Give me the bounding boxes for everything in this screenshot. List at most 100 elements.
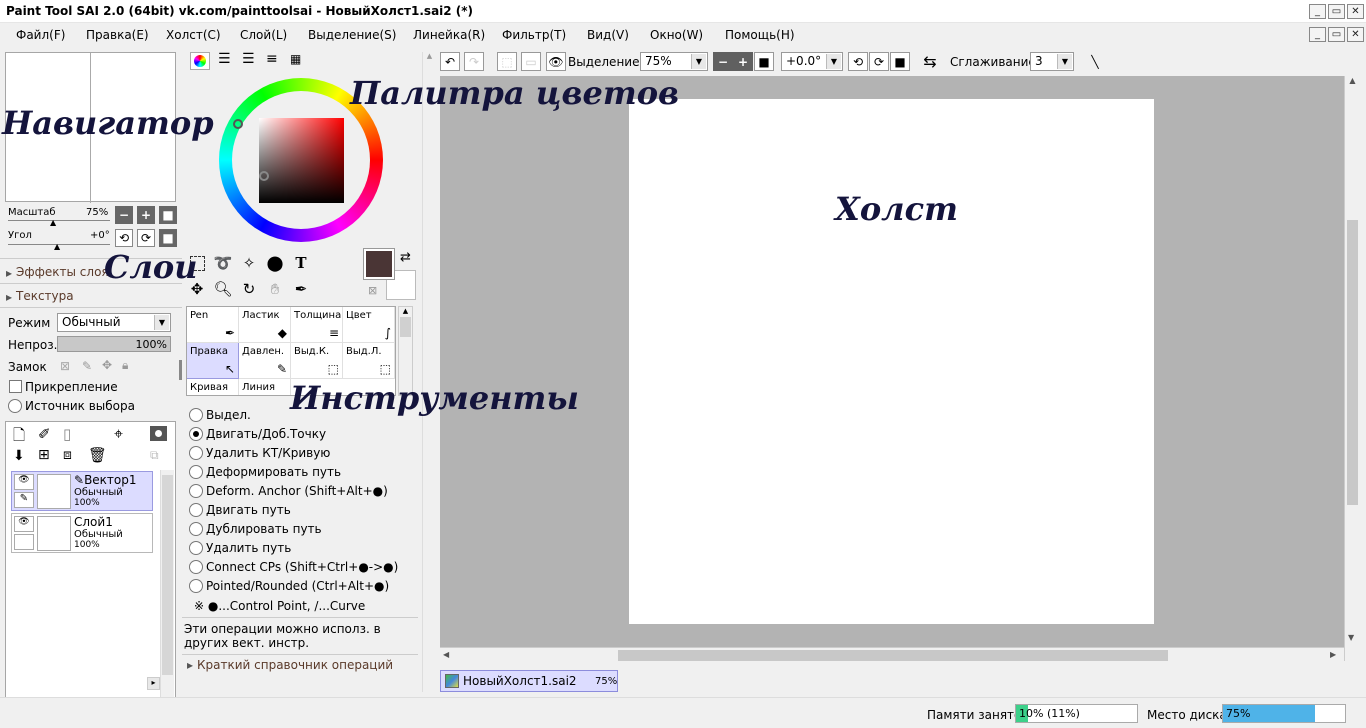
- rgb-sliders-icon[interactable]: ☰: [218, 51, 231, 67]
- eye-icon[interactable]: 👁︎: [546, 52, 566, 71]
- brush-pressure[interactable]: Давлен. ✎: [239, 343, 291, 379]
- brush-select-line[interactable]: Выд.Л. ⬚: [343, 343, 395, 379]
- invert-select-button[interactable]: ▭: [521, 52, 541, 71]
- option-radio[interactable]: [189, 522, 203, 536]
- clip-checkbox[interactable]: [9, 380, 22, 393]
- minimize-button[interactable]: _: [1309, 4, 1326, 19]
- option-radio[interactable]: [189, 427, 203, 441]
- angle-slider-handle[interactable]: ▲: [54, 242, 60, 251]
- effects-expand-icon[interactable]: ▸: [6, 266, 12, 280]
- menu-edit[interactable]: Правка(E): [86, 28, 149, 42]
- brush-eraser[interactable]: Ластик ◆: [239, 307, 291, 343]
- hscroll-thumb[interactable]: [618, 650, 1168, 661]
- deselect-button[interactable]: ⬚: [497, 52, 517, 71]
- trash-icon[interactable]: 🗑︎: [88, 446, 107, 464]
- scroll-down-icon[interactable]: ▼: [1348, 633, 1354, 642]
- menu-file[interactable]: Файл(F): [16, 28, 65, 42]
- toolbar-rotate-left-button[interactable]: ⟲: [848, 52, 868, 71]
- new-layer-icon[interactable]: 🗋︎: [13, 425, 25, 450]
- swatches-icon[interactable]: ▦: [290, 52, 301, 66]
- hand-icon[interactable]: ✋︎: [264, 278, 286, 300]
- lock-paint-icon[interactable]: ✎: [82, 359, 92, 373]
- eye-icon[interactable]: 👁︎: [14, 516, 34, 532]
- swap-colors-icon[interactable]: ⇄: [400, 250, 411, 265]
- canvas-viewport[interactable]: [440, 76, 1344, 647]
- toolbar-zoom-in-button[interactable]: +: [733, 52, 753, 71]
- selection-source-radio[interactable]: [8, 399, 22, 413]
- magic-wand-icon[interactable]: ✧: [238, 252, 260, 274]
- transform-icon[interactable]: ⌖: [114, 424, 123, 444]
- menu-layer[interactable]: Слой(L): [240, 28, 287, 42]
- rotate-tool-icon[interactable]: ↻: [238, 278, 260, 300]
- shape-icon[interactable]: ⬤: [264, 252, 286, 274]
- texture-expand-icon[interactable]: ▸: [6, 290, 12, 304]
- toolbar-rotate-reset-button[interactable]: ■: [890, 52, 910, 71]
- saturation-value-square[interactable]: [259, 118, 344, 203]
- quick-ref-expand-icon[interactable]: ▸: [187, 658, 193, 672]
- lock-move-icon[interactable]: ✥: [102, 358, 112, 372]
- layer-scrollbar[interactable]: [160, 470, 174, 700]
- zoom-slider[interactable]: [8, 220, 110, 221]
- doc-restore-button[interactable]: ▭: [1328, 27, 1345, 42]
- toolbar-zoom-reset-button[interactable]: ■: [754, 52, 774, 71]
- option-radio[interactable]: [189, 503, 203, 517]
- brush-thickness[interactable]: Толщина ≡: [291, 307, 343, 343]
- document-tab[interactable]: НовыйХолст1.sai2 75%: [440, 670, 618, 692]
- eyedropper-icon[interactable]: ✒: [290, 278, 312, 300]
- option-radio[interactable]: [189, 541, 203, 555]
- flip-icon[interactable]: ⇆: [920, 52, 940, 71]
- color-marker[interactable]: [259, 171, 269, 181]
- straight-line-icon[interactable]: ╲: [1085, 52, 1105, 71]
- zoom-reset-button[interactable]: ■: [159, 206, 177, 224]
- brush-edit[interactable]: Правка ↖: [187, 343, 239, 379]
- layer-link-slot[interactable]: [14, 534, 34, 550]
- redo-button[interactable]: ↷: [464, 52, 484, 71]
- pen-icon[interactable]: ✎: [14, 492, 34, 508]
- menu-view[interactable]: Вид(V): [587, 28, 629, 42]
- quick-ref-toggle[interactable]: Краткий справочник операций: [197, 658, 393, 672]
- transparent-color-icon[interactable]: ⊠: [368, 284, 377, 297]
- new-folder-icon[interactable]: ▯: [63, 425, 71, 443]
- merge-down-icon[interactable]: ⬇: [13, 448, 25, 464]
- zoom-select[interactable]: 75% ▼: [640, 52, 708, 71]
- option-radio[interactable]: [189, 446, 203, 460]
- menu-help[interactable]: Помощь(H): [725, 28, 795, 42]
- layer-row[interactable]: 👁︎ ✎ ✎Вектор1 Обычный 100%: [11, 471, 153, 511]
- text-tool-icon[interactable]: T: [290, 252, 312, 274]
- layer-mask-icon[interactable]: [150, 426, 167, 441]
- option-radio[interactable]: [189, 579, 203, 593]
- texture-toggle[interactable]: Текстура: [16, 289, 74, 303]
- canvas-hscrollbar[interactable]: ◀ ▶: [440, 647, 1344, 663]
- hue-marker[interactable]: [233, 119, 243, 129]
- scroll-left-icon[interactable]: ◀: [443, 650, 449, 659]
- canvas-vscrollbar[interactable]: ▲ ▼: [1344, 76, 1360, 661]
- vscroll-thumb[interactable]: [1347, 220, 1358, 505]
- brush-curve[interactable]: Кривая: [187, 379, 239, 395]
- hsv-sliders-icon[interactable]: ☰: [242, 51, 255, 67]
- zoom-slider-handle[interactable]: ▲: [50, 218, 56, 227]
- option-radio[interactable]: [189, 484, 203, 498]
- brush-line[interactable]: Линия: [239, 379, 291, 395]
- option-radio[interactable]: [189, 465, 203, 479]
- doc-minimize-button[interactable]: _: [1309, 27, 1326, 42]
- scroll-right-icon[interactable]: ▶: [1330, 650, 1336, 659]
- rotate-right-button[interactable]: ⟳: [137, 229, 155, 247]
- brush-pen[interactable]: Pen ✒: [187, 307, 239, 343]
- close-button[interactable]: ✕: [1347, 4, 1364, 19]
- rotate-left-button[interactable]: ⟲: [115, 229, 133, 247]
- eye-icon[interactable]: 👁︎: [14, 474, 34, 490]
- layer-effects-toggle[interactable]: Эффекты слоя: [16, 265, 109, 279]
- angle-select[interactable]: +0.0° ▼: [781, 52, 843, 71]
- lasso-icon[interactable]: ➰: [212, 252, 234, 274]
- layer-row[interactable]: 👁︎ Слой1 Обычный 100%: [11, 513, 153, 553]
- color-wheel-mode-icon[interactable]: [190, 52, 210, 70]
- menu-canvas[interactable]: Холст(C): [166, 28, 221, 42]
- menu-selection[interactable]: Выделение(S): [308, 28, 396, 42]
- blend-mode-select[interactable]: Обычный ▼: [57, 313, 171, 332]
- menu-filter[interactable]: Фильтр(T): [502, 28, 566, 42]
- zoom-in-button[interactable]: +: [137, 206, 155, 224]
- toolbar-rotate-right-button[interactable]: ⟳: [869, 52, 889, 71]
- primary-color-swatch[interactable]: [363, 248, 395, 280]
- brush-color[interactable]: Цвет ∫: [343, 307, 395, 343]
- zoom-tool-icon[interactable]: 🔍︎: [212, 278, 234, 300]
